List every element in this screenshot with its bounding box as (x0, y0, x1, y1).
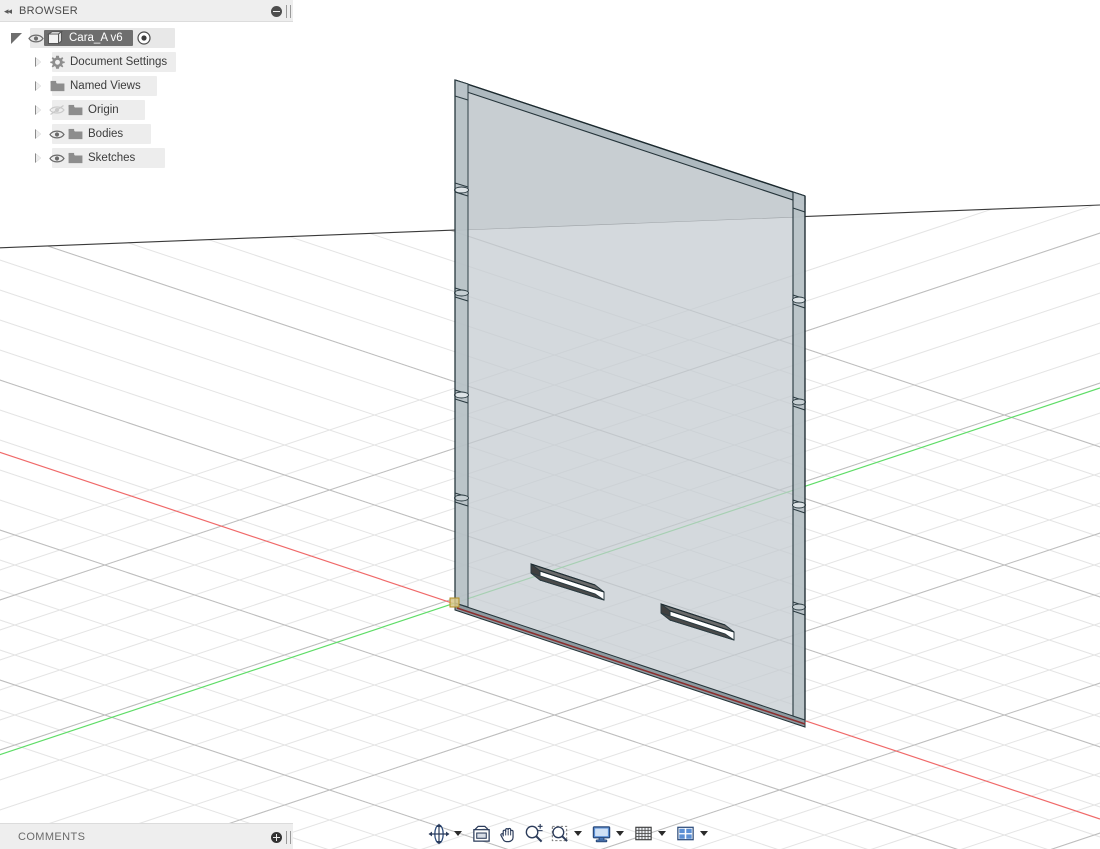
tree-row-origin[interactable]: Origin (0, 100, 293, 120)
minus-circle-icon[interactable] (271, 5, 282, 17)
folder-icon (68, 152, 83, 164)
browser-header: ◂◂ BROWSER (0, 0, 293, 22)
panel-right-edge-tabs (792, 191, 806, 721)
tree-row-document-settings[interactable]: Document Settings (0, 52, 293, 72)
zoom-window-icon (551, 825, 568, 842)
orbit-button[interactable] (426, 821, 452, 847)
viewports-quad-icon (676, 826, 694, 841)
panel-grip-icon[interactable] (286, 830, 291, 844)
tree-item-label: Document Settings (70, 56, 168, 68)
viewports-dropdown-caret[interactable] (698, 821, 710, 847)
cube-icon (46, 31, 63, 45)
triangle-right-icon[interactable] (31, 152, 44, 165)
eye-visible-icon[interactable] (27, 32, 44, 45)
look-at-button[interactable] (468, 821, 494, 847)
pan-hand-icon (499, 827, 514, 843)
tree-row-sketches[interactable]: Sketches (0, 148, 293, 168)
triangle-right-icon[interactable] (31, 104, 44, 117)
eye-visible-icon[interactable] (48, 128, 65, 141)
browser-panel: ◂◂ BROWSER Cara_A v6 Document Settings N… (0, 0, 293, 172)
gear-icon (50, 55, 65, 70)
triangle-right-icon[interactable] (31, 80, 44, 93)
grid-icon (634, 826, 652, 841)
orbit-dropdown-caret[interactable] (452, 821, 464, 847)
folder-icon (68, 104, 83, 116)
tree-row-named-views[interactable]: Named Views (0, 76, 293, 96)
comments-bar[interactable]: COMMENTS (0, 823, 293, 849)
folder-icon (68, 128, 83, 140)
display-settings-button[interactable] (588, 821, 614, 847)
triangle-right-icon[interactable] (31, 56, 44, 69)
pan-button[interactable] (494, 821, 520, 847)
panel-left-edge-tabs (454, 79, 469, 608)
tree-item-label: Origin (88, 104, 119, 116)
zoom-magnifier-icon (525, 823, 543, 843)
double-left-arrow-icon[interactable]: ◂◂ (4, 6, 12, 16)
tree-item-label: Bodies (88, 128, 124, 140)
origin-marker (449, 597, 460, 608)
root-item-label: Cara_A v6 (69, 32, 123, 44)
plus-circle-icon[interactable] (271, 831, 282, 843)
orbit-icon (428, 823, 450, 844)
comments-title: COMMENTS (18, 830, 86, 843)
monitor-display-icon (592, 826, 610, 843)
panel-grip-icon[interactable] (286, 4, 291, 18)
grid-snaps-button[interactable] (630, 821, 656, 847)
browser-tree: Cara_A v6 Document Settings Named Views … (0, 22, 293, 168)
target-radio-icon[interactable] (137, 31, 152, 46)
tree-row-root[interactable]: Cara_A v6 (0, 28, 293, 48)
browser-title: BROWSER (19, 4, 78, 17)
tree-item-label: Sketches (88, 152, 136, 164)
eye-hidden-icon[interactable] (48, 104, 65, 117)
folder-icon (50, 80, 65, 92)
tree-row-bodies[interactable]: Bodies (0, 124, 293, 144)
cad-application-window: ◂◂ BROWSER Cara_A v6 Document Settings N… (0, 0, 1100, 849)
look-at-icon (472, 825, 490, 842)
viewports-button[interactable] (672, 821, 698, 847)
zoom-window-dropdown-caret[interactable] (572, 821, 584, 847)
root-expander-icon[interactable] (10, 32, 23, 45)
grid-snaps-dropdown-caret[interactable] (656, 821, 668, 847)
zoom-window-button[interactable] (546, 821, 572, 847)
root-item-chip[interactable]: Cara_A v6 (44, 30, 133, 46)
zoom-button[interactable] (520, 821, 546, 847)
tree-item-label: Named Views (70, 80, 141, 92)
triangle-right-icon[interactable] (31, 128, 44, 141)
eye-visible-icon[interactable] (48, 152, 65, 165)
display-settings-dropdown-caret[interactable] (614, 821, 626, 847)
